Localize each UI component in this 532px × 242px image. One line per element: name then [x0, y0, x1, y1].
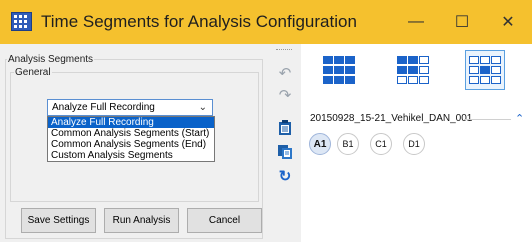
layout-filled-grid-button[interactable]	[319, 50, 359, 90]
dropdown-option-full-recording[interactable]: Analyze Full Recording	[48, 117, 214, 128]
close-button[interactable]: ✕	[485, 0, 531, 44]
layout-outline-grid-icon	[469, 56, 501, 84]
copy-icon[interactable]	[277, 144, 293, 160]
refresh-icon[interactable]: ↻	[277, 168, 293, 185]
maximize-icon: ☐	[454, 14, 470, 31]
title-bar: Time Segments for Analysis Configuration…	[0, 0, 532, 44]
layout-mixed-grid-icon	[397, 56, 429, 84]
segment-mode-dropdown: Analyze Full Recording Common Analysis S…	[47, 116, 215, 162]
recording-name: 20150928_15-21_Vehikel_DAN_001	[310, 113, 473, 124]
segment-chip-a1[interactable]: A1	[309, 133, 331, 155]
paste-icon[interactable]	[277, 120, 293, 136]
app-grid-icon	[11, 12, 32, 31]
vertical-toolbar: ↶ ↷ ↻	[268, 44, 301, 242]
window-title: Time Segments for Analysis Configuration	[41, 12, 357, 31]
layout-outline-grid-button[interactable]	[465, 50, 505, 90]
minimize-button[interactable]: —	[393, 0, 439, 44]
segment-layout-panel: 20150928_15-21_Vehikel_DAN_001 ⌃ A1 B1 C…	[301, 44, 532, 242]
segment-mode-selected: Analyze Full Recording	[52, 102, 155, 113]
cancel-button[interactable]: Cancel	[187, 208, 262, 233]
layout-filled-grid-icon	[323, 56, 355, 84]
chevron-down-icon[interactable]: ⌄	[199, 100, 207, 115]
layout-mixed-grid-button[interactable]	[393, 50, 433, 90]
toolbar-grip[interactable]	[276, 49, 292, 52]
segment-chip-d1[interactable]: D1	[403, 133, 425, 155]
segment-chip-b1[interactable]: B1	[337, 133, 359, 155]
maximize-button[interactable]: ☐	[439, 0, 485, 44]
dropdown-option-common-end[interactable]: Common Analysis Segments (End)	[48, 139, 214, 150]
minimize-icon: —	[408, 13, 424, 30]
dropdown-option-custom[interactable]: Custom Analysis Segments	[48, 150, 214, 161]
recording-divider	[464, 119, 511, 120]
dropdown-option-common-start[interactable]: Common Analysis Segments (Start)	[48, 128, 214, 139]
run-analysis-button[interactable]: Run Analysis	[104, 208, 179, 233]
save-settings-button[interactable]: Save Settings	[21, 208, 96, 233]
undo-icon[interactable]: ↶	[277, 65, 293, 82]
redo-icon[interactable]: ↷	[277, 87, 293, 104]
analysis-segments-label: Analysis Segments	[7, 54, 95, 65]
general-label: General	[14, 67, 52, 78]
segment-chip-c1[interactable]: C1	[370, 133, 392, 155]
collapse-chevron-up-icon[interactable]: ⌃	[515, 112, 524, 125]
segment-mode-combobox[interactable]: Analyze Full Recording ⌄	[47, 99, 213, 116]
close-icon: ✕	[501, 14, 515, 31]
